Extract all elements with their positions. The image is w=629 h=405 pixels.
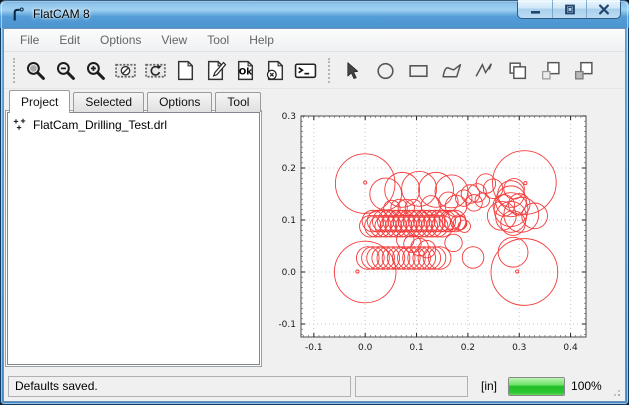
- plot-area: -0.1 0.0 0.1 0.2 0.3 0.4 -0.1 0.0 0.1 0.2 0.3: [263, 110, 625, 371]
- svg-text:0.4: 0.4: [563, 343, 578, 353]
- draw-polygon-button[interactable]: [436, 57, 466, 84]
- zoom-in-icon: [84, 59, 107, 82]
- minimize-button[interactable]: [518, 0, 552, 18]
- close-button[interactable]: [586, 0, 620, 18]
- replot-icon: [144, 59, 167, 82]
- tab-options[interactable]: Options: [147, 92, 212, 112]
- draw-circle-icon: [374, 59, 397, 82]
- close-icon: [587, 0, 620, 19]
- clear-plot-button[interactable]: [112, 57, 139, 84]
- title-bar[interactable]: FlatCAM 8: [0, 0, 629, 28]
- draw-circle-button[interactable]: [370, 57, 400, 84]
- geo-intersection-button[interactable]: [535, 57, 565, 84]
- menu-help[interactable]: Help: [239, 33, 284, 47]
- window-title: FlatCAM 8: [33, 7, 90, 21]
- editor-ok-button[interactable]: Ok: [232, 57, 259, 84]
- svg-text:0.0: 0.0: [282, 268, 297, 278]
- main-content: FlatCam_Drilling_Test.drl -0.1 0.0 0.1 0.2 0…: [4, 112, 625, 371]
- maximize-button[interactable]: [552, 0, 586, 18]
- toolbar-plot-group: Ok: [22, 57, 319, 84]
- progress-percent-label: 100%: [571, 379, 602, 393]
- zoom-out-icon: [54, 59, 77, 82]
- draw-polygon-icon: [440, 59, 463, 82]
- progress-bar-chunk: [509, 378, 564, 395]
- new-blank-geometry-button[interactable]: [172, 57, 199, 84]
- new-blank-geometry-icon: [174, 59, 197, 82]
- svg-text:0.1: 0.1: [409, 343, 423, 353]
- zoom-fit-button[interactable]: [22, 57, 49, 84]
- svg-text:0.2: 0.2: [282, 164, 296, 174]
- excellon-drill-icon: [12, 117, 27, 132]
- menu-edit[interactable]: Edit: [49, 33, 90, 47]
- svg-text:-0.1: -0.1: [278, 320, 296, 330]
- replot-button[interactable]: [142, 57, 169, 84]
- menu-tool[interactable]: Tool: [197, 33, 239, 47]
- draw-path-icon: [473, 59, 496, 82]
- project-tree[interactable]: FlatCam_Drilling_Test.drl: [7, 112, 260, 365]
- geo-union-icon: [506, 59, 529, 82]
- tab-selected[interactable]: Selected: [73, 92, 144, 112]
- editor-cancel-button[interactable]: [262, 57, 289, 84]
- svg-text:Ok: Ok: [239, 67, 254, 77]
- client-area: FileEditOptionsViewToolHelp Ok ProjectSe…: [3, 28, 626, 402]
- flatcam-window: FlatCAM 8 FileEditOptionsViewToolHe: [0, 0, 629, 405]
- clear-plot-icon: [114, 59, 137, 82]
- select-button[interactable]: [337, 57, 367, 84]
- select-icon: [341, 59, 364, 82]
- geo-union-button[interactable]: [502, 57, 532, 84]
- zoom-fit-icon: [24, 59, 47, 82]
- menu-bar: FileEditOptionsViewToolHelp: [4, 29, 625, 52]
- tree-item[interactable]: FlatCam_Drilling_Test.drl: [8, 113, 259, 132]
- draw-rectangle-icon: [407, 59, 430, 82]
- geo-subtract-icon: [572, 59, 595, 82]
- units-label: [in]: [472, 379, 504, 393]
- toolbar-draw-group: [337, 57, 598, 84]
- tree-item-label: FlatCam_Drilling_Test.drl: [33, 118, 167, 132]
- svg-text:-0.1: -0.1: [305, 343, 323, 353]
- geo-subtract-button[interactable]: [568, 57, 598, 84]
- menu-file[interactable]: File: [10, 33, 49, 47]
- toolbar-drag-handle[interactable]: [13, 58, 16, 83]
- editor-icon: [204, 59, 227, 82]
- geo-intersection-icon: [539, 59, 562, 82]
- zoom-in-button[interactable]: [82, 57, 109, 84]
- toolbar-drag-handle-2[interactable]: [328, 58, 331, 83]
- progress-bar: [508, 377, 565, 396]
- zoom-out-button[interactable]: [52, 57, 79, 84]
- svg-text:0.2: 0.2: [461, 343, 475, 353]
- draw-rectangle-button[interactable]: [403, 57, 433, 84]
- menu-options[interactable]: Options: [90, 33, 151, 47]
- status-message: Defaults saved.: [8, 376, 351, 397]
- svg-text:0.3: 0.3: [512, 343, 526, 353]
- tab-bar: ProjectSelectedOptionsTool: [4, 89, 625, 112]
- shell-button[interactable]: [292, 57, 319, 84]
- svg-text:0.1: 0.1: [282, 216, 296, 226]
- tab-tool[interactable]: Tool: [215, 92, 261, 112]
- editor-button[interactable]: [202, 57, 229, 84]
- minimize-icon: [518, 0, 552, 19]
- menu-view[interactable]: View: [151, 33, 197, 47]
- resize-grip-icon[interactable]: [609, 385, 621, 397]
- tab-project[interactable]: Project: [9, 90, 70, 113]
- editor-ok-icon: Ok: [234, 59, 257, 82]
- maximize-icon: [553, 0, 586, 19]
- toolbar: Ok: [4, 52, 625, 89]
- caption-button-group: [517, 0, 621, 19]
- svg-text:0.0: 0.0: [358, 343, 373, 353]
- status-secondary-field: [355, 376, 468, 397]
- svg-text:0.3: 0.3: [282, 112, 296, 122]
- draw-path-button[interactable]: [469, 57, 499, 84]
- editor-cancel-icon: [264, 59, 287, 82]
- status-bar: Defaults saved. [in] 100%: [4, 371, 625, 401]
- plot-canvas[interactable]: -0.1 0.0 0.1 0.2 0.3 0.4 -0.1 0.0 0.1 0.2 0.3: [263, 110, 625, 371]
- shell-icon: [294, 59, 317, 82]
- flatcam-logo-icon: [9, 5, 27, 23]
